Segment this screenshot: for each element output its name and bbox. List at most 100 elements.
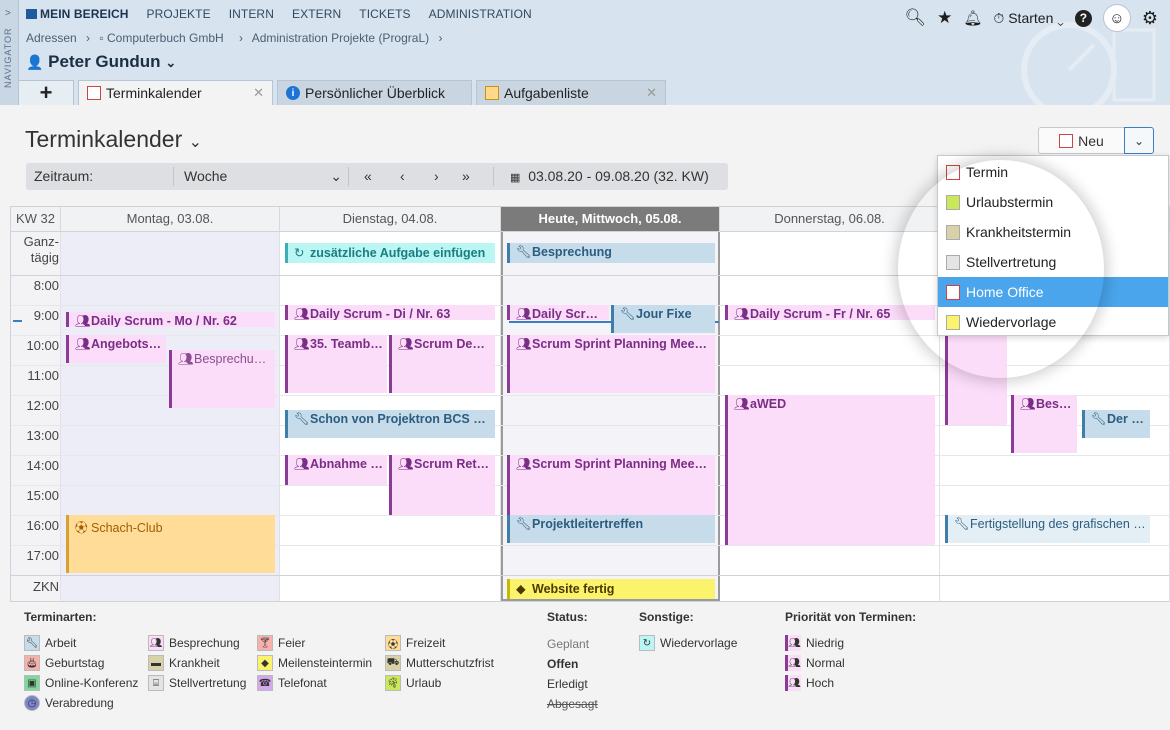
priority-low: 👥︎ Niedrig [785, 635, 844, 651]
event[interactable]: 👥︎Scrum Sprint Planning Meetin… [507, 335, 715, 393]
navigator-strip[interactable]: > NAVIGATOR [0, 0, 19, 105]
event[interactable]: 👥︎Scrum Retr… [389, 455, 495, 515]
event[interactable]: 👥︎Daily Scrum - Di / Nr. 63 [285, 305, 495, 320]
legend-item: ↻ Wiedervorlage [639, 635, 737, 651]
new-button[interactable]: Neu [1038, 127, 1125, 154]
event[interactable]: 👥︎Daily Scrum - Mo / Nr. 62 [66, 312, 275, 327]
bed-icon [946, 224, 960, 240]
event[interactable]: 👥︎Abnahme … [285, 455, 387, 485]
legend-terminarten-title: Terminarten: [24, 610, 97, 624]
starten-menu[interactable]: ⏱ Starten ⌄ [993, 10, 1063, 27]
event[interactable]: 👥︎Angebotsb… [66, 335, 166, 363]
breadcrumb-separator: › [86, 31, 91, 45]
hour-label: 11:00 [27, 368, 59, 383]
menu-mein-bereich[interactable]: MEIN BEREICH [26, 7, 129, 21]
menu-tickets[interactable]: TICKETS [359, 7, 410, 21]
period-select[interactable]: Woche ⌄ [184, 168, 342, 184]
user-icon: 👤 [26, 54, 44, 70]
help-icon[interactable]: ? [1074, 9, 1092, 27]
day-header-tue[interactable]: Dienstag, 04.08. [280, 207, 501, 232]
breadcrumb-company[interactable]: ▫ Computerbuch GmbH [99, 31, 229, 45]
group-icon: 👥︎ [294, 307, 310, 320]
event-title: Daily Scrum - Mo / Nr. 62 [91, 314, 237, 327]
tab-aufgabenliste[interactable]: Aufgabenliste ✕ [476, 80, 666, 105]
gear-icon[interactable]: ⚙ [1142, 8, 1158, 29]
legend-label: Krankheit [169, 656, 220, 670]
menu-intern[interactable]: INTERN [229, 7, 274, 21]
zkn-label: ZKN [33, 579, 59, 594]
legend: Terminarten: 🔧︎ Arbeit 🎂︎ Geburtstag ▣ Onli… [24, 610, 1164, 720]
event-allday[interactable]: ↻ zusätzliche Aufgabe einfügen [285, 243, 495, 263]
menu-item-krankheitstermin[interactable]: Krankheitstermin [938, 217, 1168, 247]
event[interactable]: 👥︎35. Teamb… [285, 335, 387, 393]
navigator-chevron-icon[interactable]: > [5, 8, 11, 19]
phone-icon: ☎ [257, 675, 273, 691]
legend-label: Geburtstag [45, 656, 105, 670]
menu-projekte[interactable]: PROJEKTE [147, 7, 211, 21]
tab-terminkalender[interactable]: Terminkalender ✕ [78, 80, 273, 105]
menu-item-urlaubstermin[interactable]: Urlaubstermin [938, 187, 1168, 217]
event-title: Fertigstellung des grafischen … [970, 517, 1146, 531]
event-allday[interactable]: 🔧︎Besprechung [507, 243, 715, 263]
user-selector[interactable]: 👤 Peter Gundun ⌄ [26, 52, 176, 72]
menu-item-label: Termin [966, 164, 1009, 180]
event[interactable]: 👥︎Daily Scru… [507, 305, 609, 320]
avatar[interactable]: ☺ [1102, 4, 1131, 32]
ball-icon: ⚽︎ [385, 635, 401, 651]
event[interactable]: 🔧︎Jour Fixe [611, 305, 715, 333]
event[interactable]: 🔧︎Schon von Projektron BCS üb… [285, 410, 495, 438]
search-icon[interactable]: 🔍︎ [905, 8, 927, 28]
event[interactable] [945, 335, 1007, 425]
wrench-icon: 🔧︎ [516, 517, 532, 531]
diamond-icon: ◆ [516, 582, 526, 596]
event[interactable]: 👥︎aWED [725, 395, 935, 545]
day-header-mon[interactable]: Montag, 03.08. [61, 207, 280, 232]
menu-extern[interactable]: EXTERN [292, 7, 341, 21]
hour-label: 12:00 [26, 398, 59, 413]
page-title[interactable]: Terminkalender ⌄ [25, 126, 202, 153]
breadcrumb-project[interactable]: Administration Projekte (PrograL) [252, 31, 429, 45]
event-title: Bes… [1036, 397, 1072, 411]
event[interactable]: 🔧︎Fertigstellung des grafischen … [945, 515, 1150, 543]
legend-label: Stellvertretung [169, 676, 247, 690]
event[interactable]: 🔧︎Projektleitertreffen [507, 515, 715, 543]
new-dropdown-toggle[interactable]: ⌄ [1124, 127, 1154, 154]
menu-administration[interactable]: ADMINISTRATION [429, 7, 532, 21]
event-title: Besprechun… [194, 352, 274, 366]
close-icon[interactable]: ✕ [646, 85, 657, 101]
event[interactable]: 👥︎Besprechun… [169, 350, 275, 408]
breadcrumb-adressen[interactable]: Adressen [26, 31, 77, 45]
event[interactable]: 👥︎Scrum Dem… [389, 335, 495, 393]
menu-item-termin[interactable]: Termin [938, 157, 1168, 187]
menu-item-home-office[interactable]: Home Office [938, 277, 1168, 307]
menu-item-wiedervorlage[interactable]: Wiedervorlage [938, 307, 1168, 337]
star-icon[interactable]: ★ [937, 8, 952, 28]
last-page-icon[interactable]: » [462, 168, 470, 184]
event[interactable]: 👥︎Bes… [1011, 395, 1077, 453]
first-page-icon[interactable]: « [364, 168, 372, 184]
event-milestone[interactable]: ◆ Website fertig [507, 579, 715, 599]
prev-icon[interactable]: ‹ [400, 168, 405, 184]
tab-persoenlicher-ueberblick[interactable]: i Persönlicher Überblick [277, 80, 472, 105]
diamond-icon: ◆ [257, 655, 273, 671]
bell-icon[interactable]: 🔔︎ [963, 9, 982, 27]
period-label: Zeitraum: [34, 168, 94, 184]
next-icon[interactable]: › [434, 168, 439, 184]
close-icon[interactable]: ✕ [253, 85, 264, 101]
event[interactable]: 🔧︎Der … [1082, 410, 1150, 438]
day-header-today[interactable]: Heute, Mittwoch, 05.08. [501, 207, 720, 232]
period-select-value: Woche [184, 168, 228, 184]
menu-item-stellvertretung[interactable]: Stellvertretung [938, 247, 1168, 277]
day-header-thu[interactable]: Donnerstag, 06.08. [720, 207, 940, 232]
calendar-icon [87, 86, 101, 100]
event[interactable]: 👥︎Scrum Sprint Planning Meetin… [507, 455, 715, 515]
legend-item: ▬ Krankheit [148, 655, 220, 671]
status-offen: Offen [547, 657, 579, 671]
menu-item-label: Home Office [966, 284, 1044, 300]
hour-label: 14:00 [26, 458, 59, 473]
add-tab-button[interactable]: + [18, 80, 74, 105]
legend-label: Mutterschutzfrist [406, 656, 495, 670]
date-range[interactable]: ▦ 03.08.20 - 09.08.20 (32. KW) [510, 168, 709, 184]
event[interactable]: ⚽︎ Schach-Club [66, 515, 275, 573]
event[interactable]: 👥︎Daily Scrum - Fr / Nr. 65 [725, 305, 935, 320]
